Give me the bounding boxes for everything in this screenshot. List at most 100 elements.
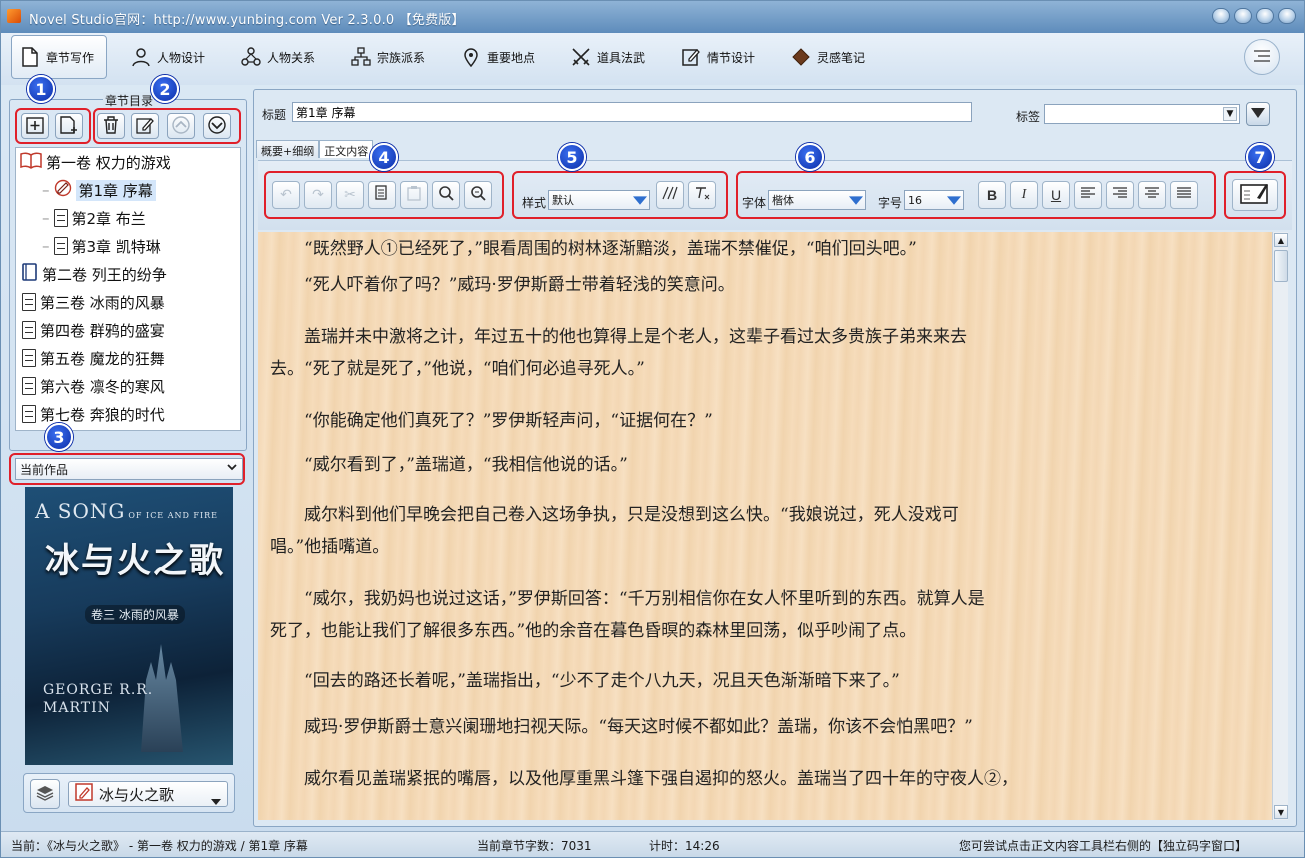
- style-select[interactable]: 默认: [548, 190, 650, 210]
- document-icon: [22, 405, 36, 423]
- maximize-button[interactable]: [1256, 8, 1274, 24]
- close-button[interactable]: [1278, 8, 1296, 24]
- app-window: Novel Studio官网：http://www.yunbing.com Ve…: [0, 0, 1305, 858]
- layers-icon: [35, 784, 55, 805]
- tree-volume-7[interactable]: 第七卷 奔狼的时代: [22, 402, 165, 426]
- tag-dropdown-button[interactable]: [1246, 102, 1270, 126]
- tree-volume-6[interactable]: 第六卷 凛冬的寒风: [22, 374, 165, 398]
- layers-button[interactable]: [30, 779, 60, 809]
- redo-icon: ↷: [312, 187, 324, 203]
- editor-scrollbar[interactable]: ▲ ▼: [1272, 232, 1288, 820]
- nav-label: 人物关系: [267, 50, 316, 65]
- cover-volume: 卷三 冰雨的风暴: [85, 605, 185, 624]
- move-up-button[interactable]: [167, 113, 195, 139]
- tree-node-label: 第2章 布兰: [71, 209, 146, 228]
- nav-label: 情节设计: [707, 50, 756, 65]
- tree-volume-4[interactable]: 第四卷 群鸦的盛宴: [22, 318, 165, 342]
- paste-button[interactable]: [400, 181, 428, 209]
- tree-chapter-3[interactable]: – 第3章 凯特琳: [42, 234, 161, 258]
- callout-badge-7: 7: [1246, 143, 1274, 171]
- callout-badge-5: 5: [558, 143, 586, 171]
- format-style-icon: [662, 186, 678, 204]
- scroll-up-arrow-icon[interactable]: ▲: [1274, 233, 1288, 247]
- justify-button[interactable]: [1170, 181, 1198, 209]
- standalone-writing-window-button[interactable]: [1232, 179, 1278, 211]
- tree-volume-5[interactable]: 第五卷 魔龙的狂舞: [22, 346, 165, 370]
- callout-badge-3: 3: [45, 423, 73, 451]
- bold-button[interactable]: B: [978, 181, 1006, 209]
- rename-button[interactable]: [131, 113, 159, 139]
- text-line: “既然野人①已经死了，”眼看周围的树林逐渐黯淡，盖瑞不禁催促，“咱们回头吧。”: [270, 239, 917, 259]
- chapter-tree-title: 章节目录: [103, 92, 156, 109]
- delete-button[interactable]: [97, 113, 125, 139]
- current-work-select[interactable]: 当前作品: [15, 458, 243, 480]
- add-chapter-button[interactable]: [55, 113, 83, 139]
- status-current-location: 当前：《冰与火之歌》 - 第一卷 权力的游戏 / 第1章 序幕: [11, 839, 308, 853]
- font-size-select[interactable]: 16: [904, 190, 964, 210]
- open-book-icon: [20, 151, 42, 173]
- cover-author: GEORGE R.R. MARTIN: [43, 682, 154, 716]
- scroll-thumb[interactable]: [1274, 250, 1288, 282]
- scroll-down-arrow-icon[interactable]: ▼: [1274, 805, 1288, 819]
- nav-important-places[interactable]: 重要地点: [453, 35, 543, 79]
- style-format-button[interactable]: [656, 181, 684, 209]
- notebook-icon: [791, 47, 811, 67]
- dropdown-arrow-icon: [947, 196, 961, 205]
- editor-tabs: 概要+细纲 正文内容: [256, 140, 374, 158]
- nav-clan-factions[interactable]: 宗族派系: [343, 35, 433, 79]
- align-left-button[interactable]: [1074, 181, 1102, 209]
- move-down-button[interactable]: [203, 113, 231, 139]
- align-center-button[interactable]: [1138, 181, 1166, 209]
- chapter-body-editor[interactable]: “既然野人①已经死了，”眼看周围的树林逐渐黯淡，盖瑞不禁催促，“咱们回头吧。” …: [258, 232, 1272, 820]
- tree-volume-2[interactable]: 第二卷 列王的纷争: [22, 262, 167, 286]
- location-pin-icon: [461, 47, 481, 67]
- chapter-tree[interactable]: 第一卷 权力的游戏 – 第1章 序幕 – 第2章 布兰 – 第3章 凯特琳 第二…: [15, 147, 241, 431]
- replace-button[interactable]: [464, 181, 492, 209]
- search-icon: [438, 185, 454, 205]
- copy-button[interactable]: [368, 181, 396, 209]
- tree-volume-3[interactable]: 第三卷 冰雨的风暴: [22, 290, 165, 314]
- nav-chapter-writing[interactable]: 章节写作: [11, 35, 107, 79]
- clear-format-button[interactable]: [688, 181, 716, 209]
- minimize-button[interactable]: [1234, 8, 1252, 24]
- add-volume-button[interactable]: [21, 113, 49, 139]
- align-justify-icon: [1176, 186, 1192, 204]
- cut-button[interactable]: ✂: [336, 181, 364, 209]
- undo-icon: ↶: [280, 187, 292, 203]
- arrow-down-circle-icon: [207, 115, 227, 138]
- add-volume-icon: [26, 116, 44, 137]
- tree-node-label: 第五卷 魔龙的狂舞: [40, 349, 165, 368]
- style-select-value: 默认: [552, 194, 574, 207]
- redo-button[interactable]: ↷: [304, 181, 332, 209]
- tree-chapter-1[interactable]: – 第1章 序幕: [42, 178, 156, 202]
- text-line: “死人吓着你了吗？”威玛·罗伊斯爵士带着轻浅的笑意问。: [270, 275, 735, 295]
- tree-node-label: 第六卷 凛冬的寒风: [40, 377, 165, 396]
- tree-volume-1[interactable]: 第一卷 权力的游戏: [20, 150, 171, 174]
- chevron-down-icon: ▼: [1223, 107, 1237, 121]
- nav-props-weapons[interactable]: 道具法武: [563, 35, 653, 79]
- nav-inspiration-notes[interactable]: 灵感笔记: [783, 35, 873, 79]
- chapter-title-input[interactable]: [292, 102, 973, 122]
- nav-character-design[interactable]: 人物设计: [123, 35, 213, 79]
- nav-character-relations[interactable]: 人物关系: [233, 35, 323, 79]
- italic-button[interactable]: I: [1010, 181, 1038, 209]
- book-select[interactable]: 冰与火之歌: [68, 781, 228, 807]
- skin-button[interactable]: [1212, 8, 1230, 24]
- trash-icon: [103, 115, 119, 137]
- underline-button[interactable]: U: [1042, 181, 1070, 209]
- tab-outline[interactable]: 概要+细纲: [256, 140, 320, 158]
- tag-select[interactable]: ▼: [1044, 104, 1240, 124]
- writing-window-icon: [1240, 182, 1270, 208]
- nav-plot-design[interactable]: 情节设计: [673, 35, 763, 79]
- tree-chapter-2[interactable]: – 第2章 布兰: [42, 206, 146, 230]
- document-icon: [53, 209, 68, 227]
- tab-body-content[interactable]: 正文内容: [319, 140, 374, 158]
- copy-icon: [375, 185, 389, 205]
- font-select[interactable]: 楷体: [768, 190, 866, 210]
- main-menu-button[interactable]: [1244, 39, 1280, 75]
- undo-button[interactable]: ↶: [272, 181, 300, 209]
- find-button[interactable]: [432, 181, 460, 209]
- title-label: 标题: [262, 107, 287, 122]
- text-line: “威尔，我奶妈也说过这话，”罗伊斯回答：“千万别相信你在女人怀里听到的东西。就算…: [270, 589, 985, 609]
- align-right-button[interactable]: [1106, 181, 1134, 209]
